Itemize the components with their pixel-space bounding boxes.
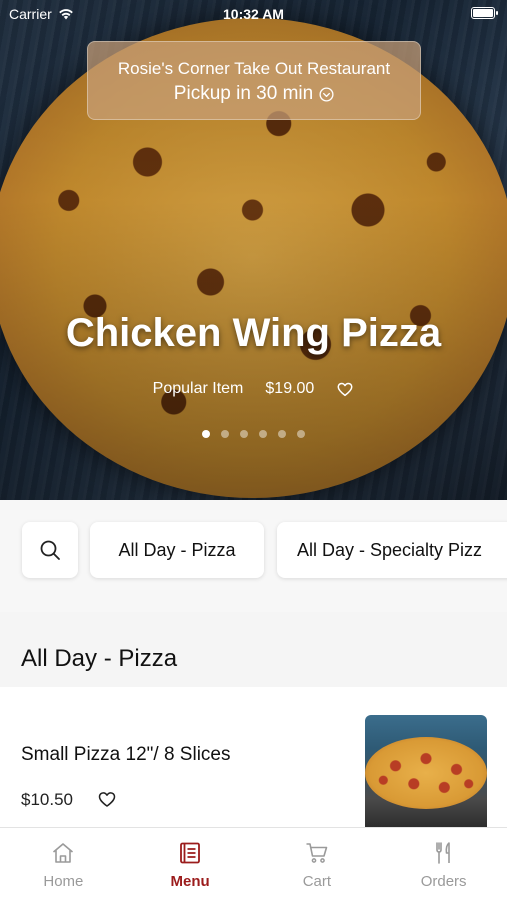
tab-cart[interactable]: Cart bbox=[254, 828, 381, 900]
orders-icon bbox=[435, 842, 450, 864]
tab-bar: Home Menu Cart Orders bbox=[0, 827, 507, 900]
carousel-dot[interactable] bbox=[297, 430, 305, 438]
search-button[interactable] bbox=[22, 522, 78, 578]
home-icon bbox=[53, 843, 74, 863]
restaurant-pickup-card[interactable]: Rosie's Corner Take Out Restaurant Picku… bbox=[87, 41, 421, 120]
category-chip-all-day-specialty-pizza[interactable]: All Day - Specialty Pizz bbox=[277, 522, 507, 578]
carousel-dot[interactable] bbox=[259, 430, 267, 438]
tab-home[interactable]: Home bbox=[0, 828, 127, 900]
carousel-dot[interactable] bbox=[278, 430, 286, 438]
status-time: 10:32 AM bbox=[223, 6, 284, 22]
menu-icon bbox=[180, 842, 201, 864]
carousel-pagination[interactable] bbox=[0, 430, 507, 438]
featured-item-title: Chicken Wing Pizza bbox=[65, 311, 442, 355]
status-bar: Carrier 10:32 AM bbox=[0, 0, 507, 28]
search-icon bbox=[40, 540, 60, 560]
favorite-heart-icon[interactable] bbox=[336, 380, 354, 398]
featured-item-price: $19.00 bbox=[265, 380, 315, 397]
tab-orders[interactable]: Orders bbox=[380, 828, 507, 900]
pickup-time: Pickup in 30 min bbox=[173, 83, 314, 104]
carousel-dot[interactable] bbox=[240, 430, 248, 438]
battery-icon bbox=[471, 7, 498, 19]
menu-item-price: $10.50 bbox=[21, 790, 73, 809]
chevron-down-circle-icon bbox=[319, 86, 334, 102]
tab-cart-label: Cart bbox=[302, 873, 332, 890]
favorite-heart-icon[interactable] bbox=[97, 789, 117, 809]
category-bar: All Day - Pizza All Day - Specialty Pizz bbox=[0, 500, 507, 612]
featured-item-tag: Popular Item bbox=[152, 380, 244, 397]
section-title: All Day - Pizza bbox=[21, 645, 178, 672]
carousel-dot[interactable] bbox=[221, 430, 229, 438]
carousel-dot[interactable] bbox=[202, 430, 210, 438]
menu-item-card[interactable]: Small Pizza 12"/ 8 Slices $10.50 bbox=[0, 687, 507, 827]
restaurant-name: Rosie's Corner Take Out Restaurant bbox=[117, 59, 391, 78]
tab-orders-label: Orders bbox=[420, 873, 467, 890]
category-chip-all-day-pizza[interactable]: All Day - Pizza bbox=[90, 522, 264, 578]
tab-menu-label: Menu bbox=[170, 873, 210, 890]
tab-menu[interactable]: Menu bbox=[127, 828, 254, 900]
cart-icon bbox=[306, 843, 328, 863]
menu-item-name: Small Pizza 12"/ 8 Slices bbox=[21, 744, 231, 765]
tab-home-label: Home bbox=[43, 873, 84, 890]
featured-banner[interactable]: Carrier 10:32 AM Rosie's Corner Take Out… bbox=[0, 0, 507, 500]
menu-item-image bbox=[365, 715, 487, 827]
